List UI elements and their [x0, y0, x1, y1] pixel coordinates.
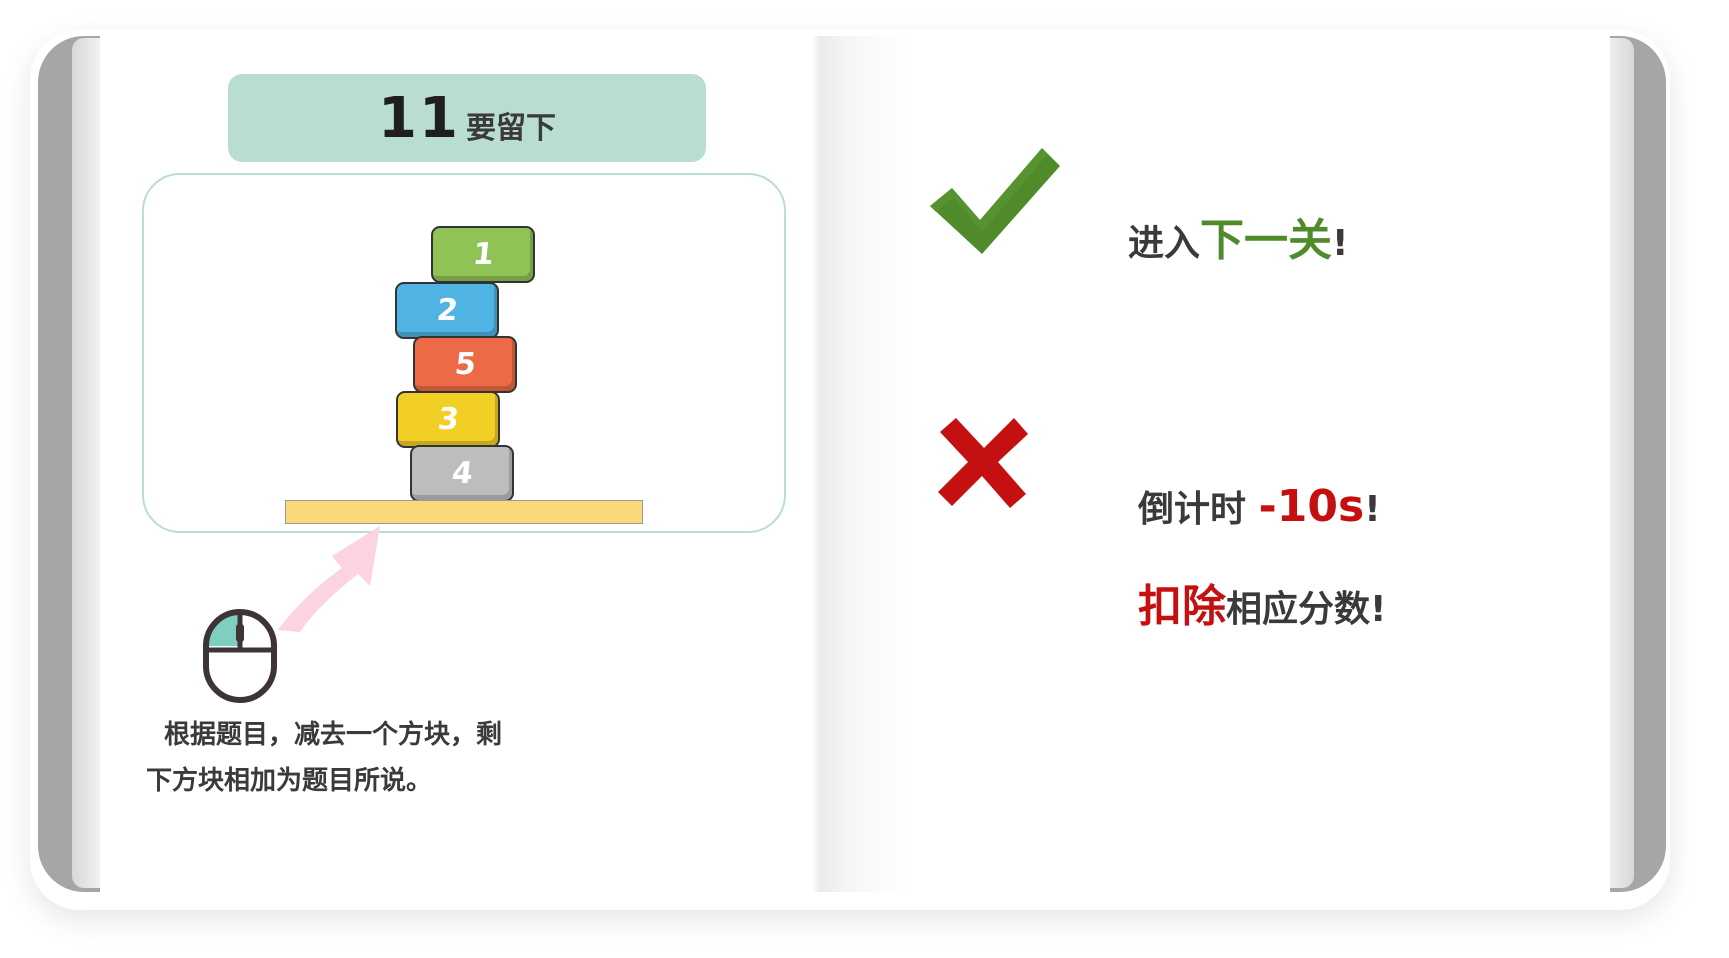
- penalty-time-message: 倒计时 -10s!: [1138, 480, 1381, 532]
- penalty-score-highlight: 扣除: [1138, 581, 1226, 632]
- curved-arrow-icon: [278, 526, 380, 632]
- success-suffix: !: [1332, 223, 1349, 264]
- number-block-3[interactable]: 3: [396, 391, 500, 448]
- penalty-time-suffix: !: [1364, 489, 1381, 530]
- number-block-1[interactable]: 1: [431, 226, 535, 283]
- mouse-icon: [203, 609, 277, 703]
- success-message: 进入下一关!: [1128, 204, 1348, 268]
- success-highlight: 下一关: [1200, 215, 1333, 266]
- number-block-2[interactable]: 2: [395, 282, 499, 339]
- level-title: 11 要留下: [228, 74, 706, 162]
- block-label: 3: [435, 402, 461, 437]
- block-label: 1: [470, 237, 496, 272]
- check-mark-icon: [930, 148, 1060, 254]
- block-label: 5: [452, 347, 478, 382]
- block-label: 4: [449, 456, 475, 491]
- penalty-score-suffix: 相应分数!: [1226, 589, 1387, 630]
- block-label: 2: [434, 293, 460, 328]
- number-block-4[interactable]: 4: [410, 445, 514, 502]
- success-prefix: 进入: [1128, 223, 1201, 264]
- cross-mark-icon: [938, 418, 1028, 508]
- instruction-text: 根据题目，减去一个方块，剩下方块相加为题目所说。: [146, 720, 503, 796]
- target-number: 11: [378, 85, 460, 151]
- number-block-5[interactable]: 5: [413, 336, 517, 393]
- penalty-score-message: 扣除相应分数!: [1138, 570, 1386, 634]
- target-caption: 要留下: [465, 111, 556, 146]
- penalty-time-value: -10s: [1258, 481, 1365, 532]
- book-spine: [812, 36, 820, 892]
- penalty-time-prefix: 倒计时: [1138, 489, 1259, 530]
